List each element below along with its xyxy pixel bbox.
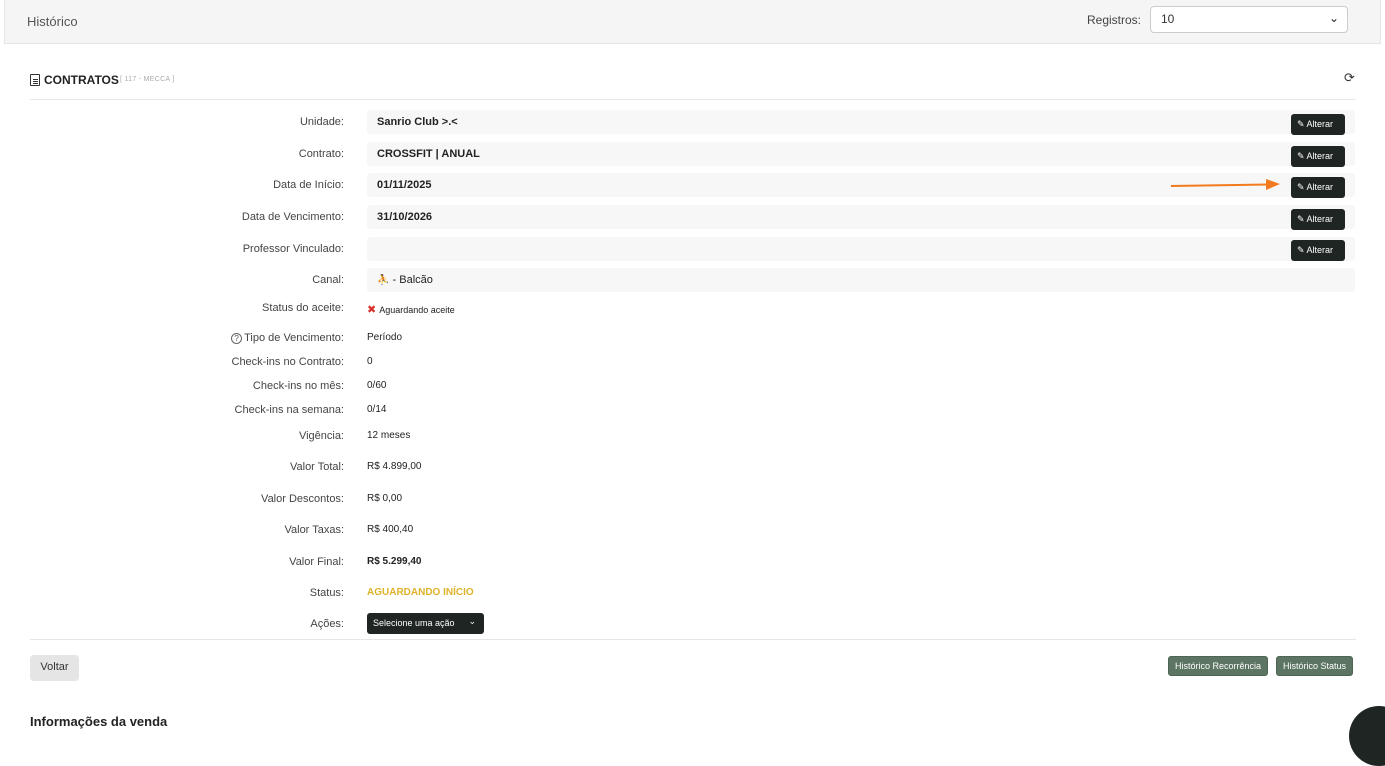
page-title: Histórico <box>27 14 78 29</box>
vigencia-label: Vigência: <box>298 430 344 442</box>
status-badge: AGUARDANDO INÍCIO <box>367 587 474 598</box>
row-status: Status: AGUARDANDO INÍCIO <box>0 581 1385 605</box>
acoes-label: Ações: <box>310 618 344 630</box>
pencil-icon: ✎ <box>1297 182 1305 192</box>
counter-person-icon: ⛹ <box>377 275 390 286</box>
contrato-value-box <box>367 142 1355 166</box>
historico-recorrencia-button[interactable]: Histórico Recorrência <box>1168 656 1269 676</box>
contrato-value: CROSSFIT | ANUAL <box>377 148 480 160</box>
row-data-vencimento: Data de Vencimento: 31/10/2026 ✎ Alterar <box>0 205 1385 230</box>
historico-status-button[interactable]: Histórico Status <box>1276 656 1354 676</box>
row-checkins-mes: Check-ins no mês: 0/60 <box>0 374 1385 398</box>
checkins-semana-value: 0/14 <box>367 404 387 415</box>
valor-taxas-label: Valor Taxas: <box>284 524 344 536</box>
professor-value-box <box>367 237 1355 261</box>
contrato-label: Contrato: <box>298 148 344 160</box>
checkins-mes-value: 0/60 <box>367 380 387 391</box>
voltar-button[interactable]: Voltar <box>30 655 79 681</box>
unidade-label: Unidade: <box>299 116 344 128</box>
help-circle-icon[interactable]: ? <box>231 333 243 344</box>
row-unidade: Unidade: Sanrio Club >.< ✎ Alterar <box>0 110 1385 135</box>
row-tipo-vencimento: ? Tipo de Vencimento: Período <box>0 326 1385 350</box>
status-aceite-value: ✖ Aguardando aceite <box>367 304 455 316</box>
alterar-data-vencimento-button[interactable]: ✎ Alterar <box>1291 209 1345 230</box>
checkins-contrato-label: Check-ins no Contrato: <box>231 356 345 368</box>
section-title: CONTRATOS <box>44 73 119 87</box>
row-valor-final: Valor Final: R$ 5.299,40 <box>0 550 1385 574</box>
alterar-data-inicio-button[interactable]: ✎ Alterar <box>1291 177 1345 198</box>
canal-label: Canal: <box>312 274 344 286</box>
data-vencimento-label: Data de Vencimento: <box>241 211 344 223</box>
checkins-mes-label: Check-ins no mês: <box>252 380 344 392</box>
alterar-professor-button[interactable]: ✎ Alterar <box>1291 240 1345 261</box>
status-aceite-label: Status do aceite: <box>262 302 344 314</box>
row-valor-descontos: Valor Descontos: R$ 0,00 <box>0 487 1385 511</box>
document-icon <box>30 74 40 86</box>
registros-select[interactable]: 10 ⌄ <box>1150 6 1348 33</box>
row-status-aceite: Status do aceite: ✖ Aguardando aceite <box>0 296 1385 320</box>
canal-value-box <box>367 268 1355 292</box>
valor-total-value: R$ 4.899,00 <box>367 461 422 472</box>
registros-label: Registros: <box>1087 13 1142 27</box>
chevron-down-icon: ⌄ <box>1328 11 1339 25</box>
valor-descontos-value: R$ 0,00 <box>367 493 403 504</box>
data-vencimento-value: 31/10/2026 <box>377 211 433 223</box>
alterar-contrato-button[interactable]: ✎ Alterar <box>1291 146 1345 167</box>
row-contrato: Contrato: CROSSFIT | ANUAL ✎ Alterar <box>0 142 1385 167</box>
chat-bubble-button[interactable] <box>1349 706 1385 766</box>
tipo-vencimento-value: Período <box>367 332 403 343</box>
professor-label: Professor Vinculado: <box>242 243 344 255</box>
data-inicio-label: Data de Início: <box>273 179 344 191</box>
valor-descontos-label: Valor Descontos: <box>261 493 344 505</box>
orange-arrow-annotation <box>1170 179 1280 190</box>
row-valor-total: Valor Total: R$ 4.899,00 <box>0 455 1385 479</box>
canal-value: ⛹ - Balcão <box>377 274 433 286</box>
row-valor-taxas: Valor Taxas: R$ 400,40 <box>0 518 1385 542</box>
top-bar: Histórico Registros: 10 ⌄ <box>4 0 1381 44</box>
row-vigencia: Vigência: 12 meses <box>0 424 1385 448</box>
alterar-unidade-button[interactable]: ✎ Alterar <box>1291 114 1345 135</box>
data-inicio-value: 01/11/2025 <box>377 179 432 191</box>
tipo-vencimento-label: ? Tipo de Vencimento: <box>231 332 344 344</box>
status-label: Status: <box>309 587 344 599</box>
valor-total-label: Valor Total: <box>289 461 344 473</box>
divider <box>30 639 1356 640</box>
vigencia-value: 12 meses <box>367 430 411 441</box>
row-checkins-contrato: Check-ins no Contrato: 0 <box>0 350 1385 374</box>
valor-final-value: R$ 5.299,40 <box>367 556 422 567</box>
row-canal: Canal: ⛹ - Balcão <box>0 268 1385 292</box>
info-venda-heading: Informações da venda <box>30 714 168 729</box>
chevron-down-icon: ⌄ <box>468 616 476 626</box>
acoes-select[interactable]: Selecione uma ação ⌄ <box>367 613 484 634</box>
row-checkins-semana: Check-ins na semana: 0/14 <box>0 398 1385 422</box>
pencil-icon: ✎ <box>1297 214 1305 224</box>
x-icon: ✖ <box>367 304 377 316</box>
pencil-icon: ✎ <box>1297 151 1305 161</box>
unidade-value-box <box>367 110 1355 134</box>
pencil-icon: ✎ <box>1297 245 1305 255</box>
pencil-icon: ✎ <box>1297 119 1305 129</box>
checkins-semana-label: Check-ins na semana: <box>234 404 344 416</box>
contracts-section-header: CONTRATOS [ 117 - MECCA ] <box>30 72 1356 100</box>
section-subtitle: [ 117 - MECCA ] <box>120 76 175 83</box>
valor-final-label: Valor Final: <box>289 556 344 568</box>
refresh-icon[interactable]: ⟳ <box>1344 70 1355 86</box>
checkins-contrato-value: 0 <box>367 356 373 367</box>
data-vencimento-value-box <box>367 205 1355 229</box>
row-acoes: Ações: Selecione uma ação ⌄ <box>0 613 1385 637</box>
registros-value: 10 <box>1161 12 1175 26</box>
valor-taxas-value: R$ 400,40 <box>367 524 414 535</box>
row-professor: Professor Vinculado: ✎ Alterar <box>0 237 1385 261</box>
unidade-value: Sanrio Club >.< <box>377 116 458 128</box>
